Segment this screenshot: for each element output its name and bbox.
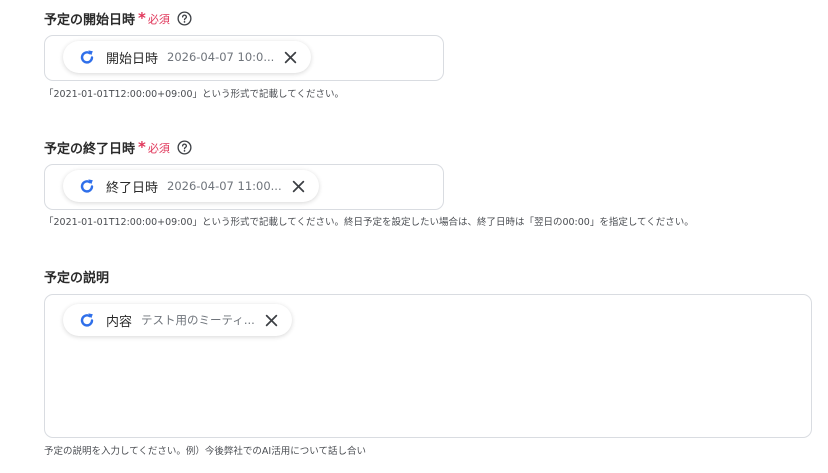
question-circle-icon[interactable] [177, 140, 192, 155]
form-page: 予定の開始日時 * 必須 開始日時 2026-04-07 10:0... 「20… [0, 0, 828, 473]
description-textarea[interactable]: 内容 テスト用のミーティ... [44, 294, 812, 438]
close-icon[interactable] [292, 180, 305, 193]
question-circle-icon[interactable] [177, 11, 192, 26]
refresh-arrow-icon [79, 178, 95, 194]
chip-label: 開始日時 [106, 51, 159, 67]
end-datetime-input[interactable]: 終了日時 2026-04-07 11:00... [44, 164, 444, 210]
refresh-arrow-icon [79, 49, 95, 65]
start-datetime-label-text: 予定の開始日時 [44, 13, 136, 28]
chip-label: 内容 [106, 314, 133, 330]
refresh-arrow-icon [79, 312, 95, 328]
required-text: 必須 [147, 12, 170, 26]
end-datetime-label: 予定の終了日時 * 必須 [44, 138, 192, 157]
description-label: 予定の説明 [44, 267, 109, 286]
chip-value: 2026-04-07 10:0... [167, 50, 275, 64]
chip-value: テスト用のミーティ... [141, 313, 255, 327]
end-datetime-hint: 「2021-01-01T12:00:00+09:00」という形式で記載してくださ… [44, 217, 694, 228]
required-text: 必須 [147, 141, 170, 155]
chip-label: 終了日時 [106, 180, 159, 196]
chip-value: 2026-04-07 11:00... [167, 179, 282, 193]
close-icon[interactable] [265, 314, 278, 327]
variable-chip-start[interactable]: 開始日時 2026-04-07 10:0... [63, 41, 312, 73]
description-label-text: 予定の説明 [44, 271, 110, 286]
variable-chip-end[interactable]: 終了日時 2026-04-07 11:00... [63, 170, 319, 202]
description-hint: 予定の説明を入力してください。例）今後弊社でのAI活用について話し合い [44, 446, 366, 457]
start-datetime-hint: 「2021-01-01T12:00:00+09:00」という形式で記載してくださ… [44, 89, 344, 100]
required-star: * [138, 9, 146, 27]
required-star: * [138, 138, 146, 156]
variable-chip-description[interactable]: 内容 テスト用のミーティ... [63, 304, 292, 336]
start-datetime-input[interactable]: 開始日時 2026-04-07 10:0... [44, 35, 444, 81]
end-datetime-label-text: 予定の終了日時 [44, 142, 136, 157]
close-icon[interactable] [284, 51, 297, 64]
start-datetime-label: 予定の開始日時 * 必須 [44, 9, 192, 28]
